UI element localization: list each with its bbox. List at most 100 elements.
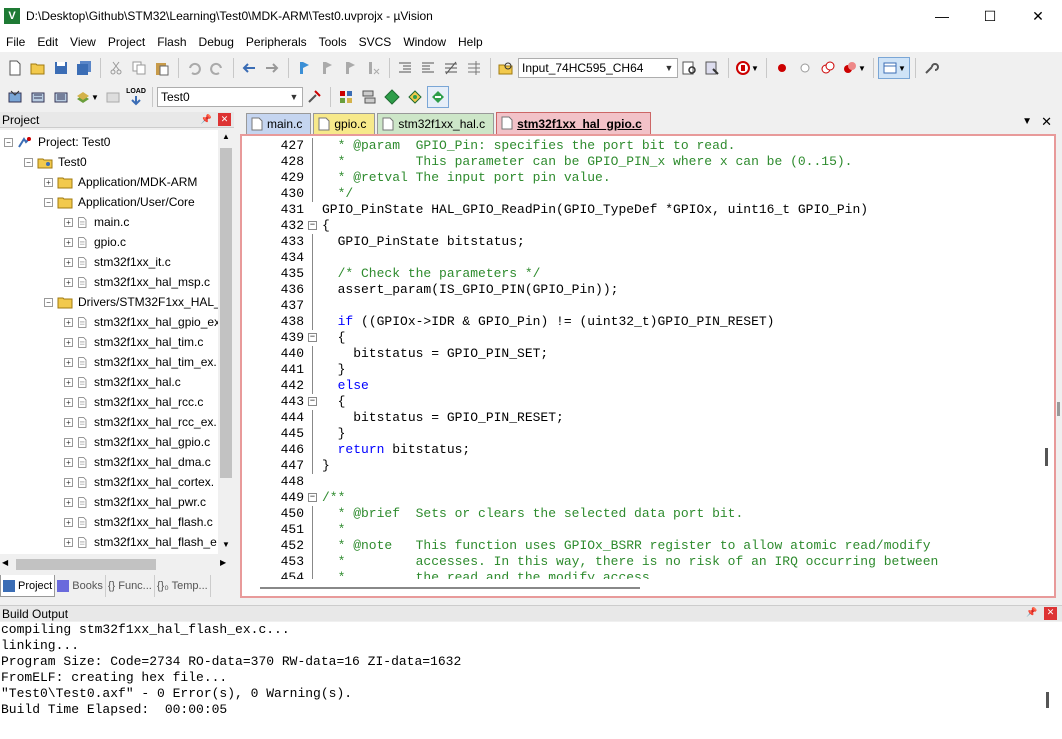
select-software-packs-icon[interactable] [404, 86, 426, 108]
clear-bookmarks-icon[interactable] [362, 57, 384, 79]
copy-icon[interactable] [128, 57, 150, 79]
minimize-button[interactable]: — [918, 0, 966, 32]
expand-icon[interactable]: + [64, 537, 73, 547]
tree-item[interactable]: + stm32f1xx_hal_pwr.c [64, 492, 206, 512]
kill-all-breakpoints-icon[interactable]: ▼ [840, 57, 868, 79]
collapse-icon[interactable]: − [44, 297, 53, 307]
editor-horizontal-scrollbar[interactable] [242, 579, 1042, 596]
uncomment-icon[interactable] [463, 57, 485, 79]
cut-icon[interactable] [105, 57, 127, 79]
bookmark-icon[interactable] [293, 57, 315, 79]
expand-icon[interactable]: + [64, 437, 73, 447]
disable-all-breakpoints-icon[interactable] [817, 57, 839, 79]
navigate-forward-icon[interactable] [261, 57, 283, 79]
collapse-icon[interactable]: − [308, 493, 317, 502]
code-editor[interactable]: 427 * @param GPIO_Pin: specifies the por… [240, 134, 1056, 598]
save-icon[interactable] [50, 57, 72, 79]
close-tab-icon[interactable]: ✕ [1041, 114, 1052, 130]
scrollbar-thumb[interactable] [1046, 692, 1049, 708]
menu-help[interactable]: Help [452, 35, 489, 49]
menu-debug[interactable]: Debug [193, 35, 240, 49]
expand-icon[interactable]: + [64, 257, 73, 267]
new-file-icon[interactable] [4, 57, 26, 79]
indent-icon[interactable] [394, 57, 416, 79]
translate-icon[interactable] [4, 86, 26, 108]
find-combo[interactable]: Input_74HC595_CH64 ▼ [518, 58, 678, 78]
download-load-icon[interactable]: LOAD [125, 86, 147, 108]
save-all-icon[interactable] [73, 57, 95, 79]
expand-icon[interactable]: + [64, 237, 73, 247]
target-options-icon[interactable] [303, 86, 325, 108]
editor-tab[interactable]: gpio.c [313, 113, 376, 134]
disable-breakpoint-icon[interactable] [794, 57, 816, 79]
expand-icon[interactable]: + [44, 177, 53, 187]
tab-project[interactable]: Project [0, 575, 56, 597]
scroll-right-icon[interactable]: ▶ [220, 558, 232, 570]
collapse-icon[interactable]: − [24, 157, 33, 167]
project-tree-vertical-scrollbar[interactable]: ▲ ▼ [218, 130, 234, 554]
undo-icon[interactable] [183, 57, 205, 79]
tree-item[interactable]: + Application/MDK-ARM [44, 172, 197, 192]
expand-icon[interactable]: + [64, 317, 73, 327]
scrollbar-thumb[interactable] [260, 587, 640, 589]
tree-item[interactable]: + stm32f1xx_hal_gpio.c [64, 432, 210, 452]
tab-books[interactable]: Books [55, 575, 106, 597]
scrollbar-thumb[interactable] [16, 559, 156, 570]
build-icon[interactable] [27, 86, 49, 108]
collapse-icon[interactable]: − [44, 197, 53, 207]
tree-item[interactable]: + stm32f1xx_hal_flash_e [64, 532, 217, 552]
window-layout-icon[interactable]: ▼ [878, 57, 910, 79]
collapse-icon[interactable]: − [308, 397, 317, 406]
close-panel-icon[interactable]: ✕ [218, 113, 231, 126]
expand-icon[interactable]: + [64, 417, 73, 427]
tab-list-dropdown-icon[interactable]: ▼ [1022, 116, 1032, 127]
rebuild-icon[interactable] [50, 86, 72, 108]
scroll-up-icon[interactable]: ▲ [220, 132, 232, 144]
menu-window[interactable]: Window [397, 35, 452, 49]
collapse-icon[interactable]: − [308, 333, 317, 342]
batch-build-icon[interactable]: ▼ [73, 86, 101, 108]
menu-file[interactable]: File [0, 35, 31, 49]
expand-icon[interactable]: + [64, 457, 73, 467]
chevron-down-icon[interactable]: ▼ [661, 59, 677, 77]
expand-icon[interactable]: + [64, 377, 73, 387]
expand-icon[interactable]: + [64, 277, 73, 287]
debug-session-icon[interactable]: ▼ [733, 57, 761, 79]
expand-icon[interactable]: + [64, 497, 73, 507]
menu-flash[interactable]: Flash [151, 35, 192, 49]
tree-item[interactable]: + stm32f1xx_hal_gpio_ex [64, 312, 218, 332]
tree-item[interactable]: + stm32f1xx_hal_msp.c [64, 272, 210, 292]
next-bookmark-icon[interactable] [339, 57, 361, 79]
tree-item[interactable]: + stm32f1xx_hal_flash.c [64, 512, 213, 532]
build-output-console[interactable]: compiling stm32f1xx_hal_flash_ex.c... lin… [0, 622, 1062, 739]
scrollbar-thumb[interactable] [220, 148, 232, 478]
incremental-find-icon[interactable] [701, 57, 723, 79]
find-icon[interactable] [678, 57, 700, 79]
unindent-icon[interactable] [417, 57, 439, 79]
open-folder-icon[interactable] [27, 57, 49, 79]
expand-icon[interactable]: + [64, 217, 73, 227]
project-tree-horizontal-scrollbar[interactable]: ◀ ▶ [0, 556, 234, 573]
tree-item[interactable]: + stm32f1xx_hal_rcc_ex. [64, 412, 217, 432]
prev-bookmark-icon[interactable] [316, 57, 338, 79]
tree-item[interactable]: + main.c [64, 212, 129, 232]
menu-tools[interactable]: Tools [313, 35, 353, 49]
manage-run-time-icon[interactable] [381, 86, 403, 108]
tree-item[interactable]: + gpio.c [64, 232, 126, 252]
menu-peripherals[interactable]: Peripherals [240, 35, 313, 49]
editor-tab[interactable]: stm32f1xx_hal_gpio.c [496, 112, 651, 134]
pin-icon[interactable]: 📌 [1026, 607, 1037, 618]
tree-item[interactable]: + stm32f1xx_hal_tim_ex. [64, 352, 217, 372]
collapse-icon[interactable]: − [308, 221, 317, 230]
expand-icon[interactable]: + [64, 397, 73, 407]
editor-tab[interactable]: stm32f1xx_hal.c [377, 113, 495, 134]
tab-templates[interactable]: {}₀ Temp... [155, 575, 211, 597]
manage-project-items-icon[interactable] [335, 86, 357, 108]
tree-item[interactable]: − Test0 [24, 152, 87, 172]
close-window-button[interactable]: ✕ [1014, 0, 1062, 32]
editor-tab[interactable]: main.c [246, 113, 312, 134]
target-select[interactable]: Test0 ▼ [157, 87, 303, 107]
close-panel-icon[interactable]: ✕ [1044, 607, 1057, 620]
maximize-button[interactable]: ☐ [966, 0, 1014, 32]
tree-item[interactable]: + stm32f1xx_hal.c [64, 372, 181, 392]
